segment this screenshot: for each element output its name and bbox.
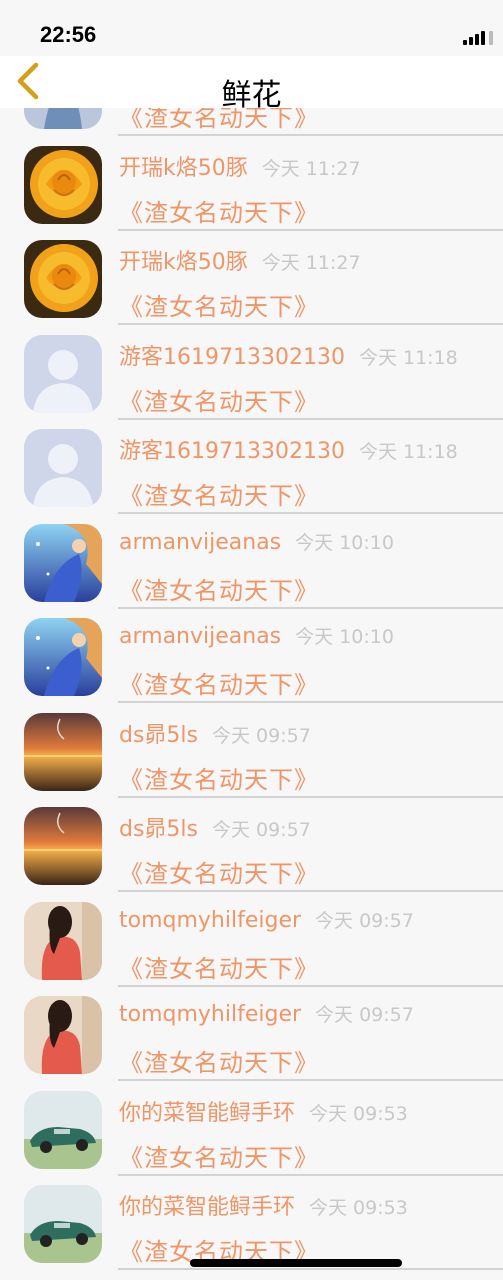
avatar[interactable] xyxy=(24,996,102,1074)
message-text[interactable]: 《渣女名动天下》 xyxy=(119,476,319,511)
avatar[interactable] xyxy=(24,1185,102,1263)
message-text[interactable]: 《渣女名动天下》 xyxy=(119,665,319,700)
message-text[interactable]: 《渣女名动天下》 xyxy=(119,382,319,417)
message-text[interactable]: 《渣女名动天下》 xyxy=(119,287,319,322)
list-item[interactable]: tomqmyhilfeiger 今天 09:57 《渣女名动天下》 xyxy=(0,889,503,987)
timestamp: 今天 11:27 xyxy=(261,252,361,274)
timestamp: 今天 11:18 xyxy=(358,441,458,463)
page-title: 鲜花 xyxy=(221,78,282,113)
sender-name[interactable]: armanvijeanas 今天 10:10 xyxy=(119,528,394,555)
sender-name[interactable]: tomqmyhilfeiger 今天 09:57 xyxy=(119,1000,414,1027)
list-item[interactable]: ds昴5ls 今天 09:57 《渣女名动天下》 xyxy=(0,700,503,798)
timestamp: 今天 11:27 xyxy=(261,157,361,180)
avatar[interactable] xyxy=(24,145,102,224)
list-item[interactable]: armanvijeanas 今天 10:10 《渣女名动天下》 xyxy=(0,511,503,609)
sender-name[interactable]: ds昴5ls 今天 09:57 xyxy=(119,811,311,843)
avatar[interactable] xyxy=(24,712,102,791)
sender-name[interactable]: 开瑞k烙50豚 今天 11:27 xyxy=(119,244,361,276)
sender-name-text[interactable]: 开瑞k烙50豚 xyxy=(119,250,248,275)
list-item[interactable]: armanvijeanas 今天 10:10 《渣女名动天下》 xyxy=(0,605,503,703)
timestamp: 今天 09:57 xyxy=(315,1004,414,1026)
message-text[interactable]: 《渣女名动天下》 xyxy=(119,1043,319,1078)
status-time: 22:56 xyxy=(40,22,97,47)
sender-name-text[interactable]: tomqmyhilfeiger xyxy=(119,908,301,933)
sender-name-text[interactable]: ds昴5ls xyxy=(119,817,198,842)
avatar[interactable] xyxy=(24,807,102,885)
sender-name[interactable]: 游客1619713302130 今天 11:18 xyxy=(119,433,458,465)
message-text[interactable]: 《渣女名动天下》 xyxy=(119,193,319,228)
timestamp: 今天 09:57 xyxy=(212,724,311,747)
list-item[interactable]: ds昴5ls 今天 09:57 《渣女名动天下》 xyxy=(0,794,503,892)
avatar[interactable] xyxy=(24,429,102,507)
timestamp: 今天 09:57 xyxy=(212,819,311,841)
avatar[interactable] xyxy=(24,240,102,318)
message-text[interactable]: 《渣女名动天下》 xyxy=(119,1138,319,1173)
list-item[interactable]: 开瑞k烙50豚 今天 11:27 《渣女名动天下》 xyxy=(0,133,503,231)
sender-name-text[interactable]: ds昴5ls xyxy=(119,723,198,748)
list-item[interactable]: 游客1619713302130 今天 11:18 《渣女名动天下》 xyxy=(0,322,503,420)
sender-name[interactable]: 你的菜智能鲟手环 今天 09:53 xyxy=(119,1095,408,1127)
sender-name[interactable]: tomqmyhilfeiger 今天 09:57 xyxy=(119,906,414,933)
nav-bar: 鲜花 xyxy=(0,56,503,113)
sender-name-text[interactable]: 游客1619713302130 xyxy=(119,439,345,464)
sender-name-text[interactable]: 开瑞k烙50豚 xyxy=(119,156,248,181)
timestamp: 今天 10:10 xyxy=(295,626,394,648)
sender-name-text[interactable]: 你的菜智能鲟手环 xyxy=(119,1101,295,1126)
avatar[interactable] xyxy=(24,1090,102,1169)
sender-name-text[interactable]: armanvijeanas xyxy=(119,624,281,649)
signal-icon xyxy=(463,29,493,45)
sender-name-text[interactable]: armanvijeanas xyxy=(119,530,281,555)
list-item[interactable]: 你的菜智能鲟手环 今天 09:53 《渣女名动天下》 xyxy=(0,1172,503,1270)
avatar[interactable] xyxy=(24,901,102,980)
avatar[interactable] xyxy=(24,334,102,413)
sender-name[interactable]: ds昴5ls 今天 09:57 xyxy=(119,717,311,749)
status-bar: 22:56 xyxy=(0,0,503,56)
list-item[interactable]: tomqmyhilfeiger 今天 09:57 《渣女名动天下》 xyxy=(0,983,503,1081)
message-text[interactable]: 《渣女名动天下》 xyxy=(119,949,319,984)
sender-name-text[interactable]: tomqmyhilfeiger xyxy=(119,1002,301,1027)
list-item[interactable]: 你的菜智能鲟手环 今天 09:53 《渣女名动天下》 xyxy=(0,1078,503,1176)
timestamp: 今天 09:53 xyxy=(309,1197,408,1219)
home-indicator xyxy=(190,1259,402,1267)
timestamp: 今天 10:10 xyxy=(295,531,394,554)
list-item[interactable]: 游客1619713302130 今天 11:18 《渣女名动天下》 xyxy=(0,416,503,514)
message-text[interactable]: 《渣女名动天下》 xyxy=(119,571,319,606)
sender-name[interactable]: 游客1619713302130 今天 11:18 xyxy=(119,339,458,371)
sender-name[interactable]: 你的菜智能鲟手环 今天 09:53 xyxy=(119,1189,408,1221)
timestamp: 今天 09:57 xyxy=(315,909,414,932)
sender-name-text[interactable]: 游客1619713302130 xyxy=(119,345,345,370)
list-item[interactable]: 开瑞k烙50豚 今天 11:27 《渣女名动天下》 xyxy=(0,227,503,325)
divider xyxy=(118,1268,503,1270)
message-text[interactable]: 《渣女名动天下》 xyxy=(119,760,319,795)
sender-name[interactable]: armanvijeanas 今天 10:10 xyxy=(119,622,394,649)
sender-name[interactable]: 开瑞k烙50豚 今天 11:27 xyxy=(119,150,361,182)
avatar[interactable] xyxy=(24,523,102,602)
message-text[interactable]: 《渣女名动天下》 xyxy=(119,854,319,889)
timestamp: 今天 11:18 xyxy=(358,346,458,369)
avatar[interactable] xyxy=(24,618,102,696)
sender-name-text[interactable]: 你的菜智能鲟手环 xyxy=(119,1195,295,1220)
timestamp: 今天 09:53 xyxy=(309,1102,408,1125)
